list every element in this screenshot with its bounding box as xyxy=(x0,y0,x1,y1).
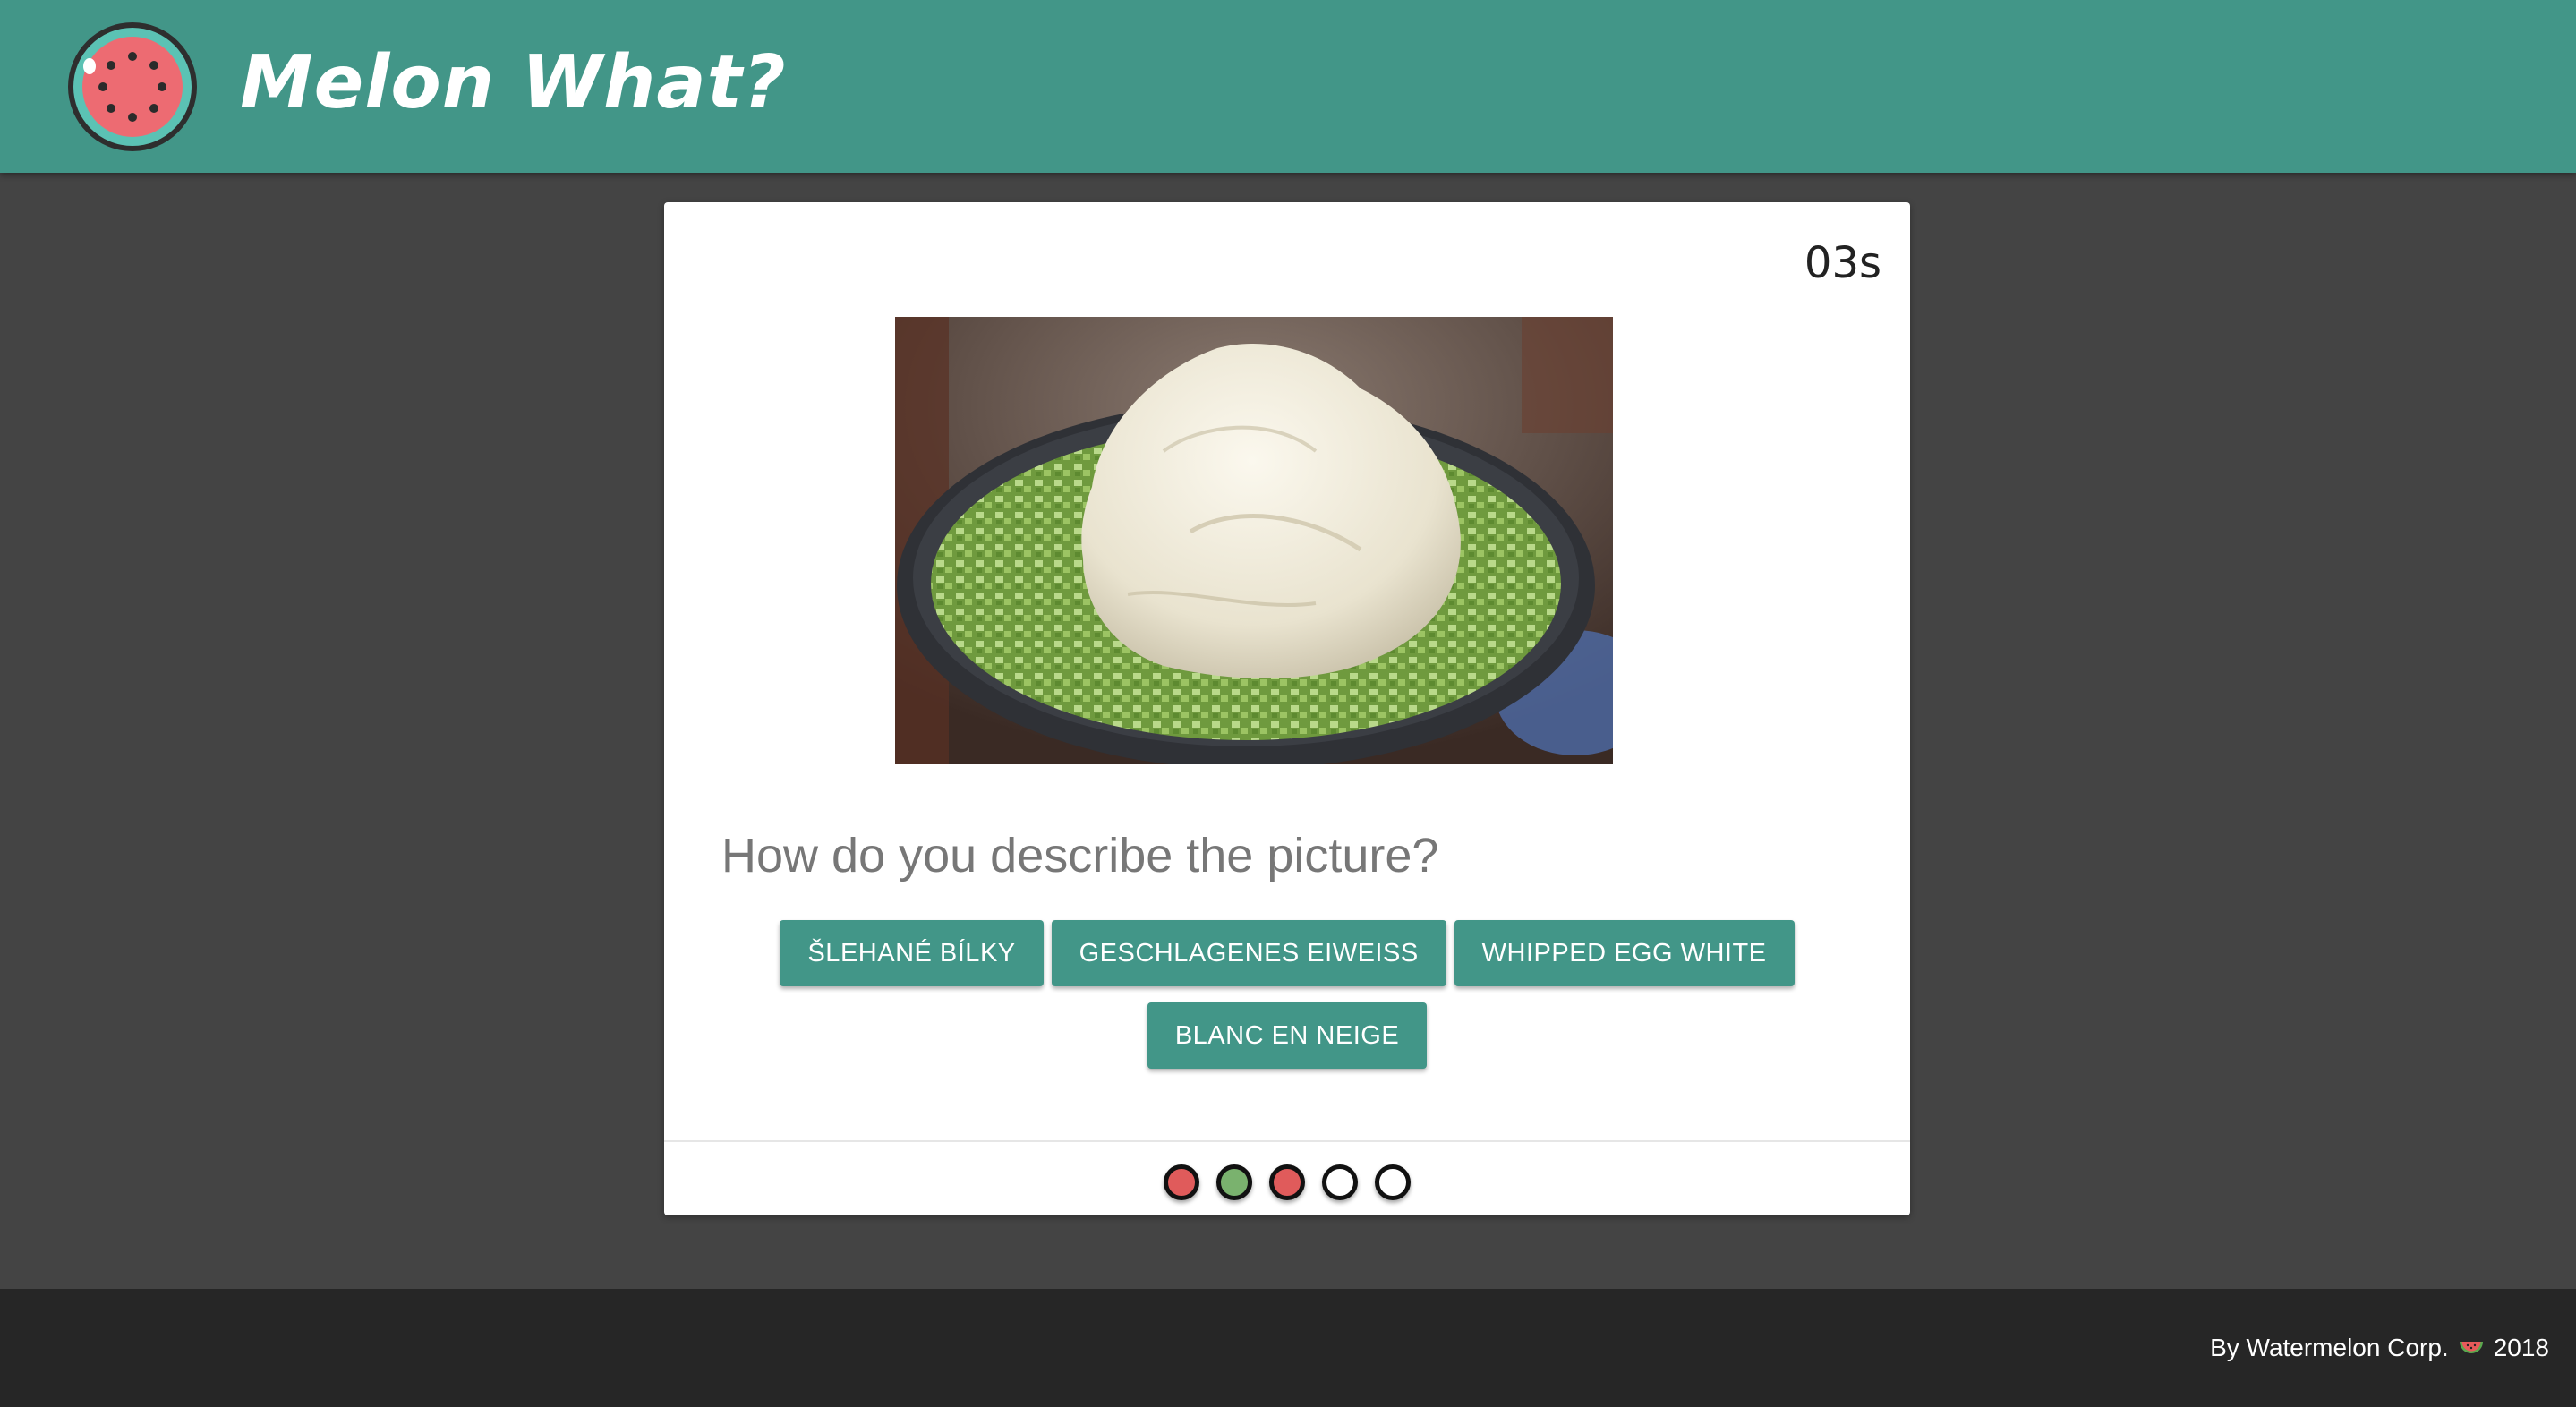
app-footer: By Watermelon Corp. 2018 xyxy=(0,1289,2576,1407)
watermelon-slice-icon xyxy=(2459,1342,2483,1353)
progress-dot-3 xyxy=(1269,1164,1305,1200)
app-header: Melon What? xyxy=(0,0,2576,173)
footer-credit: By Watermelon Corp. 2018 xyxy=(2210,1330,2549,1366)
progress-dot-2 xyxy=(1216,1164,1252,1200)
app-title: Melon What? xyxy=(240,40,787,125)
answer-button-4[interactable]: BLANC EN NEIGE xyxy=(1147,1002,1428,1069)
answer-button-3[interactable]: WHIPPED EGG WHITE xyxy=(1454,920,1795,986)
answer-button-2[interactable]: GESCHLAGENES EIWEISS xyxy=(1051,920,1446,986)
question-text: How do you describe the picture? xyxy=(721,829,1439,883)
quiz-card: 03s How do you describe the picture? ŠLE… xyxy=(664,202,1910,1215)
watermelon-logo-icon[interactable] xyxy=(65,20,200,154)
answer-options: ŠLEHANÉ BÍLKY GESCHLAGENES EIWEISS WHIPP… xyxy=(736,920,1838,1069)
footer-by-text: By Watermelon Corp. xyxy=(2210,1334,2449,1361)
progress-indicator xyxy=(664,1151,1910,1214)
answer-button-1[interactable]: ŠLEHANÉ BÍLKY xyxy=(780,920,1044,986)
progress-dot-1 xyxy=(1164,1164,1199,1200)
countdown-timer: 03s xyxy=(1804,238,1881,288)
card-divider xyxy=(664,1140,1910,1142)
progress-dot-5 xyxy=(1375,1164,1411,1200)
quiz-picture xyxy=(895,317,1613,764)
footer-year: 2018 xyxy=(2493,1334,2549,1361)
progress-dot-4 xyxy=(1322,1164,1358,1200)
